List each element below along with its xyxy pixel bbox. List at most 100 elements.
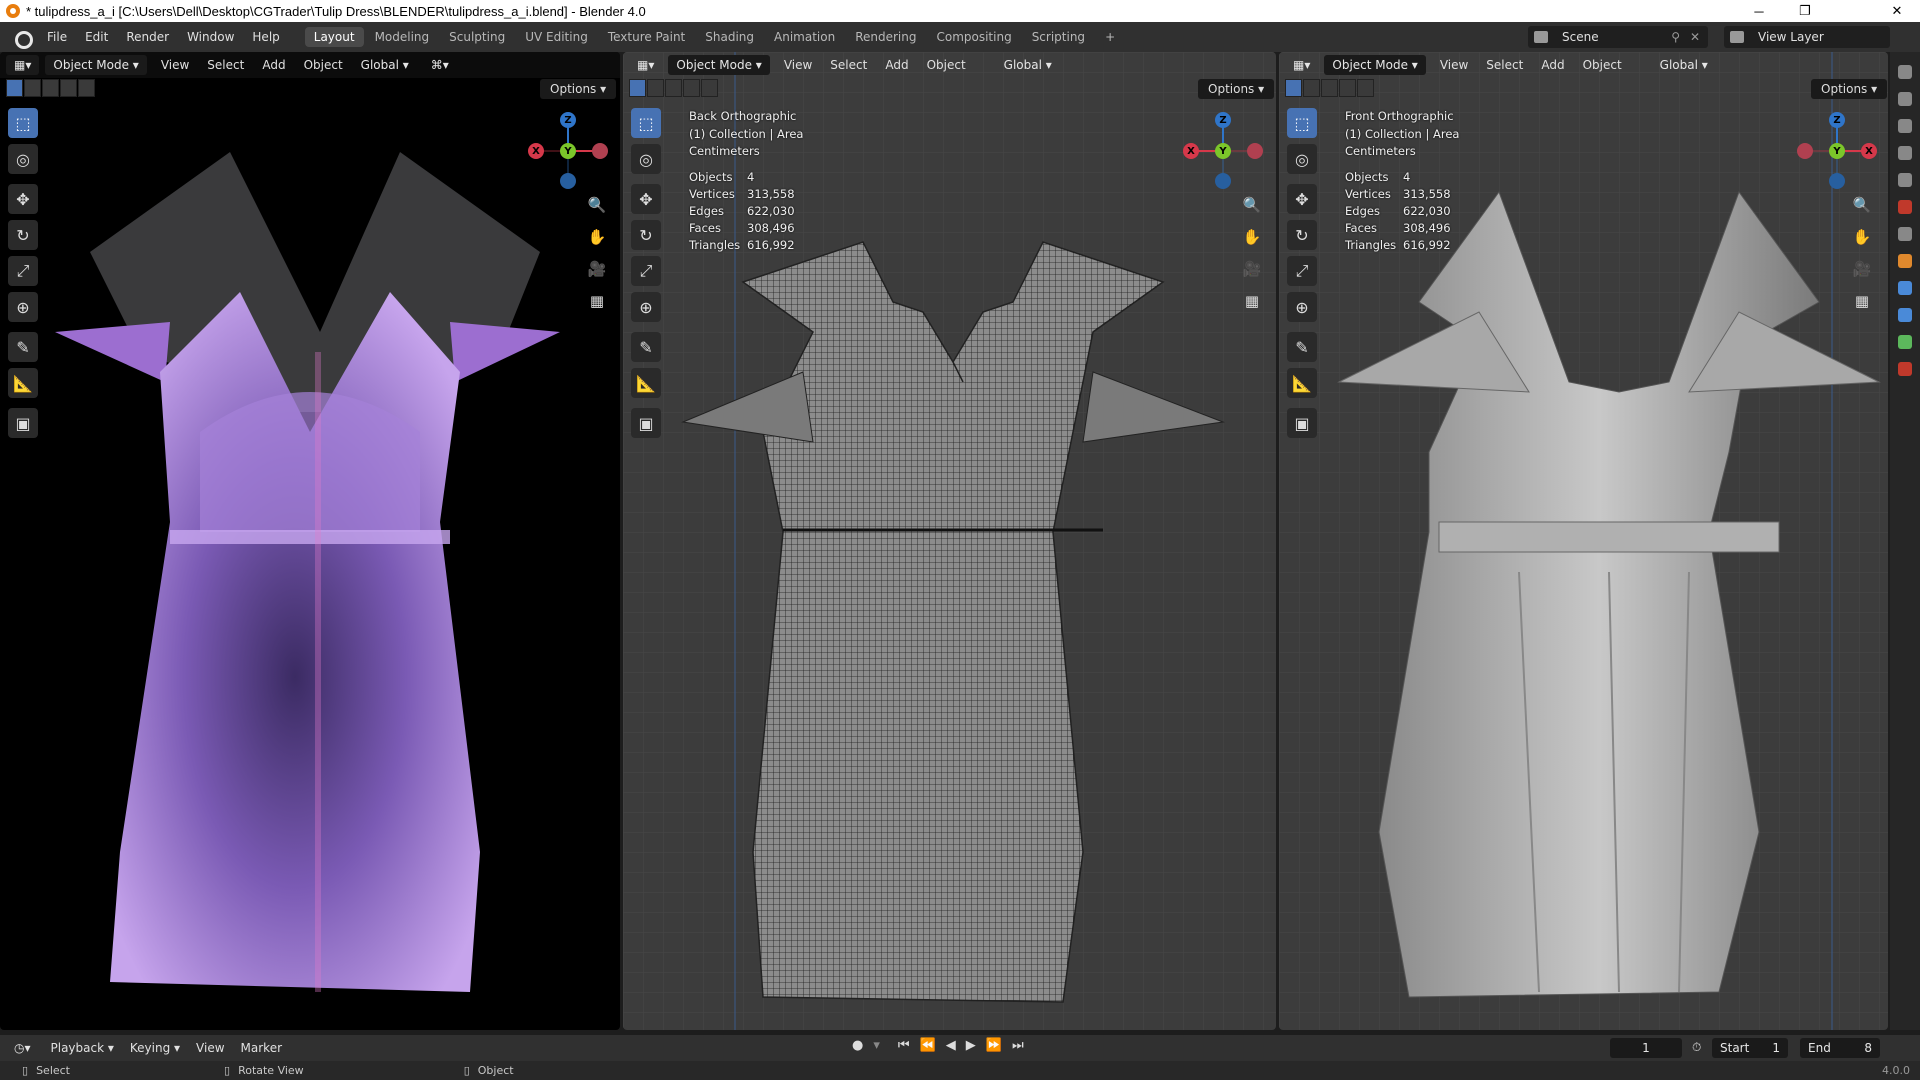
options-dropdown[interactable]: Options ▾ — [1198, 79, 1275, 99]
editor-type-dropdown[interactable]: ◷▾ — [6, 1038, 39, 1058]
zoom-icon[interactable]: 🔍 — [1849, 192, 1875, 218]
annotate-tool[interactable]: ✎ — [631, 332, 661, 362]
measure-tool[interactable]: 📐 — [8, 368, 38, 398]
menu-select[interactable]: Select — [822, 55, 875, 75]
options-dropdown[interactable]: Options ▾ — [540, 79, 617, 99]
navigation-gizmo[interactable]: Z X Y — [1183, 108, 1263, 189]
menu-select[interactable]: Select — [199, 55, 252, 75]
tab-animation[interactable]: Animation — [765, 27, 844, 47]
start-frame-field[interactable]: Start 1 — [1712, 1038, 1788, 1058]
gizmo-z-axis[interactable]: Z — [560, 112, 576, 128]
jump-keyframe-back-icon[interactable]: ⏪ — [920, 1038, 936, 1053]
collection-properties-icon[interactable] — [1898, 227, 1912, 241]
zoom-icon[interactable]: 🔍 — [1239, 192, 1265, 218]
physics-properties-icon[interactable] — [1898, 308, 1912, 322]
add-cube-tool[interactable]: ▣ — [631, 408, 661, 438]
scene-properties-icon[interactable] — [1898, 173, 1912, 187]
menu-view[interactable]: View — [188, 1038, 232, 1058]
tab-texture-paint[interactable]: Texture Paint — [599, 27, 694, 47]
camera-view-icon[interactable]: 🎥 — [1239, 256, 1265, 282]
scale-tool[interactable]: ⤢ — [631, 256, 661, 286]
view-layer-selector[interactable]: View Layer — [1724, 26, 1890, 48]
ortho-grid-icon[interactable]: ▦ — [584, 288, 610, 314]
gizmo-neg-x-axis[interactable] — [592, 143, 608, 159]
gizmo-neg-z-axis[interactable] — [1829, 173, 1845, 189]
view-layer-properties-icon[interactable] — [1898, 146, 1912, 160]
maximize-button[interactable]: ❐ — [1782, 0, 1828, 22]
minimize-button[interactable]: ─ — [1736, 0, 1782, 22]
viewport-solid[interactable]: ▦▾ Object Mode ▾ View Select Add Object … — [1279, 52, 1888, 1030]
editor-type-dropdown[interactable]: ▦▾ — [6, 55, 40, 75]
gizmo-neg-x-axis[interactable] — [1797, 143, 1813, 159]
tab-sculpting[interactable]: Sculpting — [440, 27, 514, 47]
add-workspace-button[interactable]: + — [1096, 27, 1124, 47]
object-properties-icon[interactable] — [1898, 254, 1912, 268]
menu-add[interactable]: Add — [254, 55, 293, 75]
gizmo-y-axis[interactable]: Y — [1215, 143, 1231, 159]
ortho-grid-icon[interactable]: ▦ — [1849, 288, 1875, 314]
gizmo-y-axis[interactable]: Y — [560, 143, 576, 159]
gizmo-z-axis[interactable]: Z — [1829, 112, 1845, 128]
tab-compositing[interactable]: Compositing — [927, 27, 1020, 47]
scale-tool[interactable]: ⤢ — [8, 256, 38, 286]
selection-mode-buttons[interactable] — [629, 79, 718, 99]
transform-tool[interactable]: ⊕ — [8, 292, 38, 322]
jump-keyframe-forward-icon[interactable]: ⏩ — [986, 1038, 1002, 1053]
menu-object[interactable]: Object — [1575, 55, 1630, 75]
scale-tool[interactable]: ⤢ — [1287, 256, 1317, 286]
render-properties-icon[interactable] — [1898, 92, 1912, 106]
camera-view-icon[interactable]: 🎥 — [1849, 256, 1875, 282]
cursor-tool[interactable]: ◎ — [1287, 144, 1317, 174]
selection-mode-buttons[interactable] — [6, 79, 95, 99]
tab-uv-editing[interactable]: UV Editing — [516, 27, 597, 47]
move-tool[interactable]: ✥ — [8, 184, 38, 214]
snap-icon[interactable]: ⌘▾ — [423, 55, 457, 75]
navigation-gizmo[interactable]: Z X Y — [528, 108, 608, 189]
material-properties-icon[interactable] — [1898, 362, 1912, 376]
add-cube-tool[interactable]: ▣ — [1287, 408, 1317, 438]
pan-hand-icon[interactable]: ✋ — [1239, 224, 1265, 250]
selection-mode-buttons[interactable] — [1285, 79, 1374, 99]
menu-playback[interactable]: Playback ▾ — [43, 1038, 122, 1058]
add-cube-tool[interactable]: ▣ — [8, 408, 38, 438]
pan-hand-icon[interactable]: ✋ — [584, 224, 610, 250]
blender-logo-icon[interactable] — [10, 28, 33, 49]
mode-dropdown[interactable]: Object Mode ▾ — [45, 55, 147, 75]
menu-edit[interactable]: Edit — [76, 22, 117, 52]
menu-object[interactable]: Object — [296, 55, 351, 75]
rotate-tool[interactable]: ↻ — [8, 220, 38, 250]
move-tool[interactable]: ✥ — [631, 184, 661, 214]
rotate-tool[interactable]: ↻ — [1287, 220, 1317, 250]
orientation-dropdown[interactable]: Global ▾ — [1652, 55, 1716, 75]
transform-tool[interactable]: ⊕ — [631, 292, 661, 322]
world-properties-icon[interactable] — [1898, 200, 1912, 214]
navigation-gizmo[interactable]: Z Y X — [1797, 108, 1877, 189]
pin-icon[interactable]: ⚲ — [1671, 30, 1680, 44]
tool-properties-icon[interactable] — [1898, 65, 1912, 79]
editor-type-dropdown[interactable]: ▦▾ — [629, 55, 662, 75]
move-tool[interactable]: ✥ — [1287, 184, 1317, 214]
menu-view[interactable]: View — [153, 55, 197, 75]
cursor-tool[interactable]: ◎ — [631, 144, 661, 174]
zoom-icon[interactable]: 🔍 — [584, 192, 610, 218]
tab-modeling[interactable]: Modeling — [366, 27, 439, 47]
stopwatch-icon[interactable]: ⏱ — [1692, 1040, 1701, 1055]
orientation-dropdown[interactable]: Global ▾ — [353, 55, 417, 75]
menu-add[interactable]: Add — [1533, 55, 1572, 75]
viewport-wireframe[interactable]: ▦▾ Object Mode ▾ View Select Add Object … — [623, 52, 1276, 1030]
close-button[interactable]: ✕ — [1874, 0, 1920, 22]
mode-dropdown[interactable]: Object Mode ▾ — [1324, 55, 1426, 75]
play-icon[interactable]: ▶ — [966, 1038, 976, 1053]
menu-select[interactable]: Select — [1478, 55, 1531, 75]
pan-hand-icon[interactable]: ✋ — [1849, 224, 1875, 250]
transform-tool[interactable]: ⊕ — [1287, 292, 1317, 322]
rotate-tool[interactable]: ↻ — [631, 220, 661, 250]
measure-tool[interactable]: 📐 — [631, 368, 661, 398]
cursor-tool[interactable]: ◎ — [8, 144, 38, 174]
gizmo-z-axis[interactable]: Z — [1215, 112, 1231, 128]
data-properties-icon[interactable] — [1898, 335, 1912, 349]
menu-object[interactable]: Object — [919, 55, 974, 75]
annotate-tool[interactable]: ✎ — [8, 332, 38, 362]
menu-help[interactable]: Help — [243, 22, 288, 52]
gizmo-neg-z-axis[interactable] — [1215, 173, 1231, 189]
